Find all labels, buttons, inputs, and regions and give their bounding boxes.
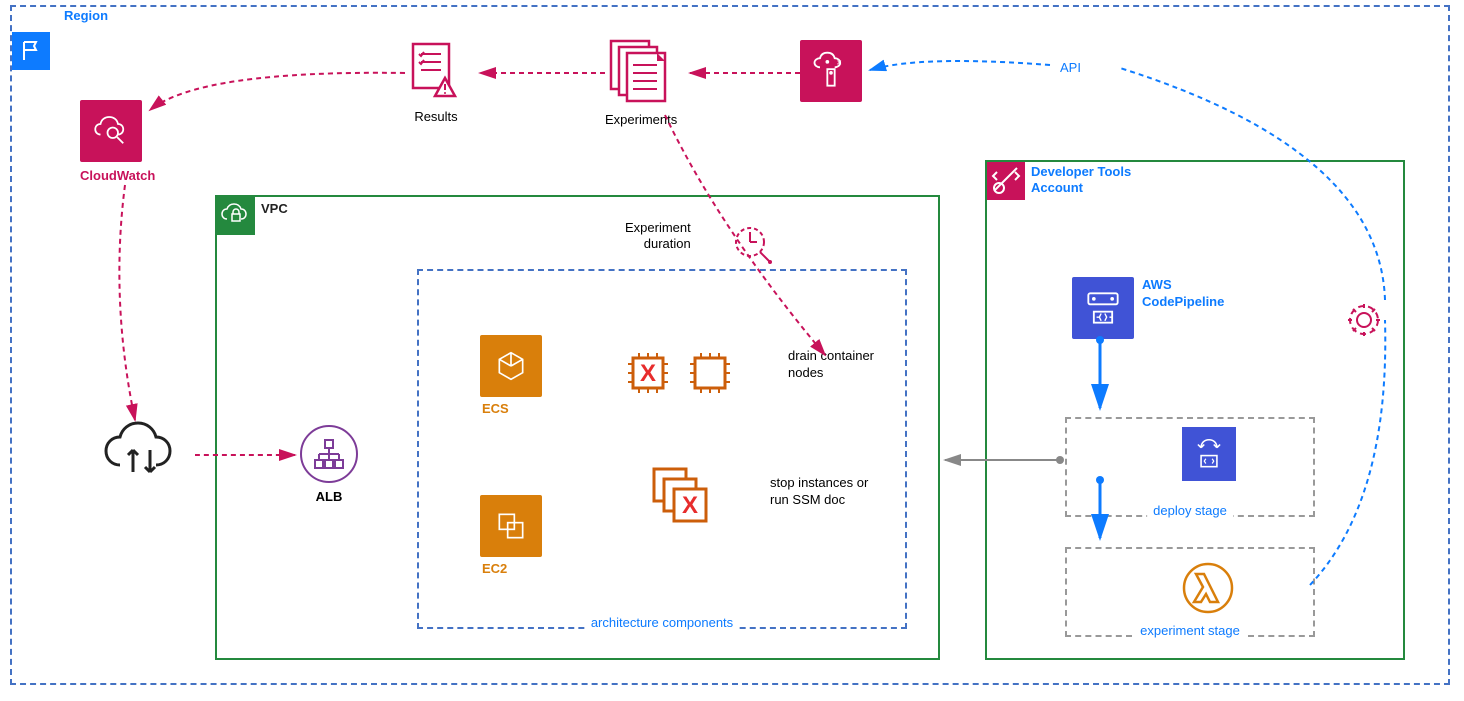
region-flag-icon [12,32,50,70]
vpc-label: VPC [261,201,288,216]
instances-icon: X [650,465,712,530]
ec2-icon [480,495,542,557]
cloudwatch-group: CloudWatch [80,100,155,183]
drain-label: drain containernodes [788,348,874,382]
cp-text: AWSCodePipeline [1142,277,1242,311]
arch-label: architecture components [585,615,739,630]
codepipeline-group [1072,277,1134,339]
chip-failed-icon: X [625,350,671,396]
exp-dur-text: Experimentduration [625,220,691,251]
svg-text:X: X [640,360,656,387]
codepipeline-label: AWSCodePipeline [1142,277,1242,311]
devtools-icon [987,162,1025,200]
timer-icon [730,222,774,269]
gear-icon [1344,300,1384,343]
codepipeline-icon [1072,277,1134,339]
results-group: Results [405,40,467,124]
ecs-label: ECS [480,401,542,416]
results-label: Results [405,109,467,124]
api-label: API [1060,60,1081,75]
lambda-icon [1182,562,1234,617]
alb-group: ALB [300,425,358,504]
cloudwatch-icon [80,100,142,162]
alb-icon [300,425,358,483]
ec2-label: EC2 [480,561,542,576]
cloud-updown-icon [100,420,190,493]
results-icon [405,40,467,102]
codedeploy-icon [1182,427,1236,481]
experiments-icon [605,35,675,105]
ecs-group: ECS [480,335,542,416]
cloudwatch-label: CloudWatch [80,168,155,183]
fis-group: × [800,40,862,102]
experiments-label: Experiments [605,112,677,127]
devtools-label: Developer ToolsAccount [1031,164,1151,195]
deploy-stage-label: deploy stage [1147,503,1233,518]
ec2-group: EC2 [480,495,542,576]
chip-ok-icon [687,350,733,396]
ecs-icon [480,335,542,397]
experiment-duration-label: Experimentduration [625,220,691,251]
devtools-container: Developer ToolsAccount AWSCodePipeline d… [985,160,1405,660]
fis-icon: × [800,40,862,102]
experiments-group: Experiments [605,35,677,127]
devtools-text: Developer ToolsAccount [1031,164,1151,195]
svg-text:×: × [837,58,842,68]
experiment-stage-label: experiment stage [1134,623,1246,638]
alb-label: ALB [300,489,358,504]
region-label: Region [64,8,108,23]
stop-label: stop instances orrun SSM doc [770,475,890,509]
svg-text:X: X [682,492,698,519]
vpc-icon [217,197,255,235]
container-chips: X [625,350,733,399]
